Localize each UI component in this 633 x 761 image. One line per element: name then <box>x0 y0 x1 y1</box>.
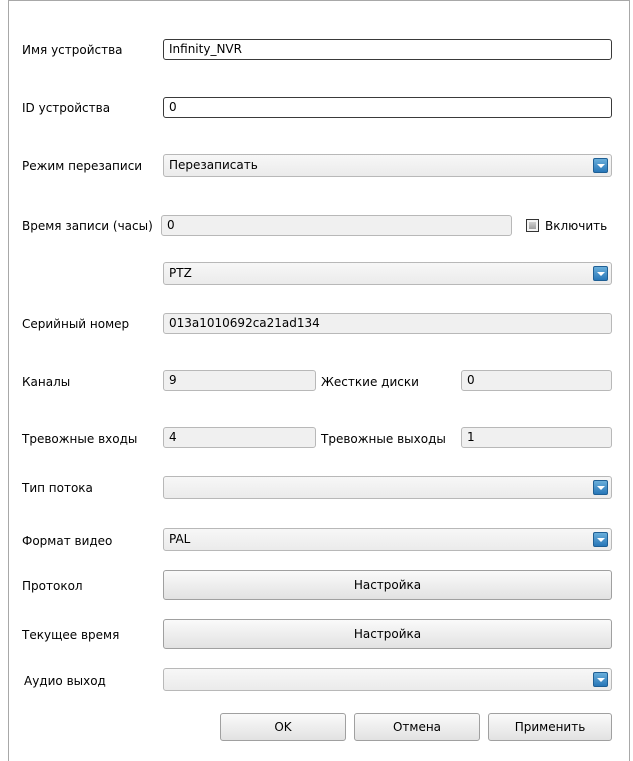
enable-checkbox[interactable] <box>526 219 539 232</box>
record-time-input[interactable]: 0 <box>161 215 512 236</box>
apply-button[interactable]: Применить <box>488 713 612 741</box>
device-name-label: Имя устройства <box>22 43 123 57</box>
device-id-label: ID устройства <box>22 101 111 115</box>
video-format-value: PAL <box>169 532 191 546</box>
device-id-input[interactable]: 0 <box>163 97 612 118</box>
stream-type-select[interactable] <box>163 476 612 499</box>
protocol-settings-button[interactable]: Настройка <box>163 570 612 600</box>
record-time-label: Время записи (часы) <box>22 219 153 233</box>
alarm-inputs-field: 4 <box>163 427 316 448</box>
current-time-settings-button[interactable]: Настройка <box>163 619 612 649</box>
audio-out-label: Аудио выход <box>24 674 106 688</box>
alarm-outputs-field: 1 <box>461 427 612 448</box>
audio-out-select[interactable] <box>163 668 612 691</box>
chevron-down-icon[interactable] <box>593 532 608 547</box>
alarm-inputs-label: Тревожные входы <box>22 432 138 446</box>
hard-disks-label: Жесткие диски <box>321 375 419 389</box>
chevron-down-icon[interactable] <box>593 480 608 495</box>
channels-label: Каналы <box>22 375 71 389</box>
device-settings-panel: Имя устройства Infinity_NVR ID устройств… <box>8 0 630 761</box>
overwrite-mode-select[interactable]: Перезаписать <box>163 154 612 177</box>
hard-disks-field: 0 <box>461 370 612 391</box>
channels-field: 9 <box>163 370 316 391</box>
protocol-label: Протокол <box>22 579 83 593</box>
alarm-outputs-label: Тревожные выходы <box>321 432 446 446</box>
overwrite-mode-label: Режим перезаписи <box>22 159 143 173</box>
video-format-label: Формат видео <box>22 534 113 548</box>
current-time-label: Текущее время <box>22 628 120 642</box>
overwrite-mode-value: Перезаписать <box>169 158 258 172</box>
cancel-button[interactable]: Отмена <box>354 713 480 741</box>
ok-button[interactable]: OK <box>220 713 346 741</box>
serial-number-label: Серийный номер <box>22 317 130 331</box>
video-format-select[interactable]: PAL <box>163 528 612 551</box>
device-name-input[interactable]: Infinity_NVR <box>163 39 612 60</box>
chevron-down-icon[interactable] <box>593 672 608 687</box>
serial-number-field: 013a1010692ca21ad134 <box>163 313 612 334</box>
chevron-down-icon[interactable] <box>593 158 608 173</box>
ptz-value: PTZ <box>169 266 192 280</box>
enable-checkbox-label[interactable]: Включить <box>545 218 607 234</box>
ptz-select[interactable]: PTZ <box>163 262 612 285</box>
stream-type-label: Тип потока <box>22 481 93 495</box>
chevron-down-icon[interactable] <box>593 266 608 281</box>
